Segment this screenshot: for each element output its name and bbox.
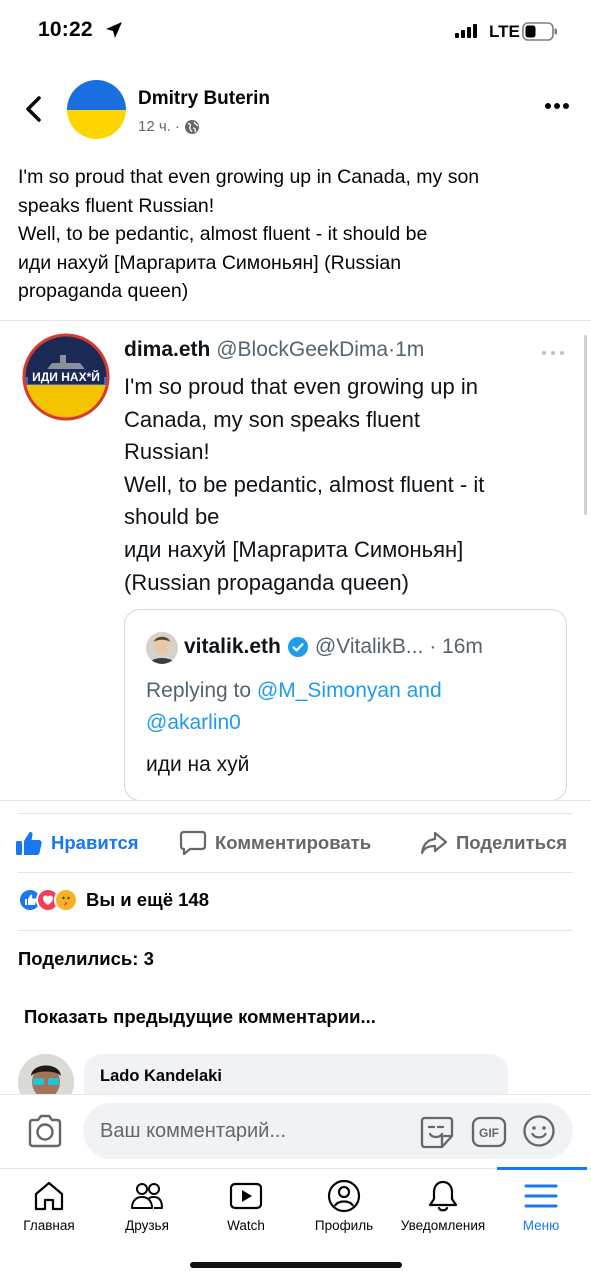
tweet-text-line: Canada, my son speaks fluent xyxy=(124,406,420,432)
care-reaction-icon xyxy=(54,888,78,912)
nav-home[interactable]: Главная xyxy=(0,1174,98,1238)
tweet-text-line: иди нахуй [Маргарита Симоньян] xyxy=(124,536,464,562)
reactions-summary[interactable]: Вы и ещё 148 xyxy=(18,888,209,912)
quoted-author-avatar xyxy=(146,632,178,664)
reactions-text: Вы и ещё 148 xyxy=(86,889,210,910)
tweet-text-line: Russian! xyxy=(124,439,210,465)
replying-to: Replying to @M_Simonyan and @akarlin0 xyxy=(146,675,546,739)
watch-icon xyxy=(229,1182,263,1210)
tweet-more-icon xyxy=(542,351,564,355)
nav-watch[interactable]: Watch xyxy=(197,1174,295,1238)
home-indicator xyxy=(190,1262,402,1268)
comment-button[interactable]: Комментировать xyxy=(179,830,371,856)
home-icon xyxy=(34,1181,64,1211)
tweet-text: I'm so proud that even growing up in Can… xyxy=(124,371,569,599)
share-label: Поделиться xyxy=(456,832,568,853)
divider xyxy=(0,320,591,321)
camera-icon[interactable] xyxy=(26,1113,64,1149)
nav-notifications[interactable]: Уведомления xyxy=(394,1174,492,1238)
tweet-text-line: should be xyxy=(124,504,220,530)
shares-count[interactable]: Поделились: 3 xyxy=(18,948,154,970)
post-text-line: иди нахуй [Маргарита Симоньян] (Russian xyxy=(18,251,402,274)
thumbs-up-icon xyxy=(16,831,42,855)
nav-label: Главная xyxy=(23,1218,75,1233)
more-options-icon[interactable] xyxy=(543,96,571,116)
post-text-line: propaganda queen) xyxy=(18,280,189,302)
quoted-time: 16m xyxy=(442,635,483,658)
bell-icon xyxy=(428,1180,458,1212)
profile-icon xyxy=(327,1179,361,1213)
divider xyxy=(18,930,573,931)
nav-label: Меню xyxy=(522,1218,560,1233)
svg-text:GIF: GIF xyxy=(479,1126,499,1140)
mention-conj: and xyxy=(406,679,442,702)
author-name[interactable]: Dmitry Buterin xyxy=(138,88,270,110)
like-button[interactable]: Нравится xyxy=(15,830,139,856)
nav-label: Watch xyxy=(227,1218,265,1233)
share-arrow-icon xyxy=(420,831,448,855)
friends-icon xyxy=(131,1183,163,1209)
signal-bars-icon xyxy=(455,24,477,38)
share-button[interactable]: Поделиться xyxy=(420,830,567,856)
post-text-line: Well, to be pedantic, almost fluent - it… xyxy=(18,223,428,245)
nav-profile[interactable]: Профиль xyxy=(295,1174,393,1238)
comment-bubble-icon xyxy=(179,830,207,856)
emoji-icon[interactable] xyxy=(522,1114,556,1148)
nav-label: Профиль xyxy=(314,1218,374,1233)
quoted-tweet-header: vitalik.eth @VitalikB... · 16m xyxy=(184,635,483,659)
menu-icon xyxy=(524,1184,558,1208)
tweet-author-name: dima.eth xyxy=(124,338,211,361)
nav-menu[interactable]: Меню xyxy=(492,1174,590,1238)
warship-badge-icon: ИДИ НАХ*Й xyxy=(22,333,110,421)
post-action-bar: Нравится Комментировать Поделиться xyxy=(0,814,591,872)
globe-icon xyxy=(184,119,199,134)
comment-label: Комментировать xyxy=(215,832,372,853)
quoted-tweet-text: иди на хуй xyxy=(146,753,250,776)
quoted-dot: · xyxy=(429,635,437,658)
tweet-time: 1m xyxy=(395,338,425,361)
tweet-text-line: Well, to be pedantic, almost fluent - it xyxy=(124,471,485,497)
author-avatar[interactable] xyxy=(67,80,126,139)
status-time: 10:22 xyxy=(38,18,93,41)
divider xyxy=(0,800,591,801)
gif-icon[interactable]: GIF xyxy=(471,1116,507,1148)
quoted-author-handle: @VitalikB... xyxy=(314,635,424,658)
person-photo-icon xyxy=(146,632,178,664)
nav-friends[interactable]: Друзья xyxy=(98,1174,196,1238)
mention-link: @akarlin0 xyxy=(146,711,241,734)
verified-badge-icon xyxy=(287,637,308,657)
quoted-author-name: vitalik.eth xyxy=(184,635,281,658)
post-text-line: speaks fluent Russian! xyxy=(18,194,215,217)
meta-separator: · xyxy=(174,118,180,135)
post-text: I'm so proud that even growing up in Can… xyxy=(18,163,578,306)
like-label: Нравится xyxy=(51,832,139,853)
location-arrow-icon xyxy=(106,22,122,38)
tweet-author-handle: @BlockGeekDima xyxy=(216,338,389,361)
tweet-text-line: I'm so proud that even growing up in xyxy=(124,374,478,399)
nav-label: Друзья xyxy=(125,1218,169,1233)
post-text-line: I'm so proud that even growing up in Can… xyxy=(18,166,480,188)
battery-icon xyxy=(522,22,557,41)
tweet-header: dima.eth @BlockGeekDima·1m xyxy=(124,338,424,362)
image-scroll-indicator xyxy=(584,335,587,515)
replying-prefix: Replying to xyxy=(146,679,252,702)
divider xyxy=(18,872,573,873)
show-previous-comments[interactable]: Показать предыдущие комментарии... xyxy=(24,1006,376,1028)
back-chevron-icon[interactable] xyxy=(22,94,46,124)
sticker-icon[interactable] xyxy=(420,1114,454,1150)
tweet-text-line: (Russian propaganda queen) xyxy=(124,569,409,595)
network-type: LTE xyxy=(489,22,520,41)
mention-link: @M_Simonyan xyxy=(256,679,401,702)
tweet-author-avatar: ИДИ НАХ*Й xyxy=(22,333,110,421)
badge-text: ИДИ НАХ*Й xyxy=(32,369,100,384)
post-time[interactable]: 12 ч. xyxy=(138,118,171,135)
post-meta: 12 ч. · xyxy=(138,118,200,135)
commenter-name[interactable]: Lado Kandelaki xyxy=(100,1067,222,1086)
nav-label: Уведомления xyxy=(400,1218,486,1233)
active-tab-indicator xyxy=(497,1167,587,1170)
